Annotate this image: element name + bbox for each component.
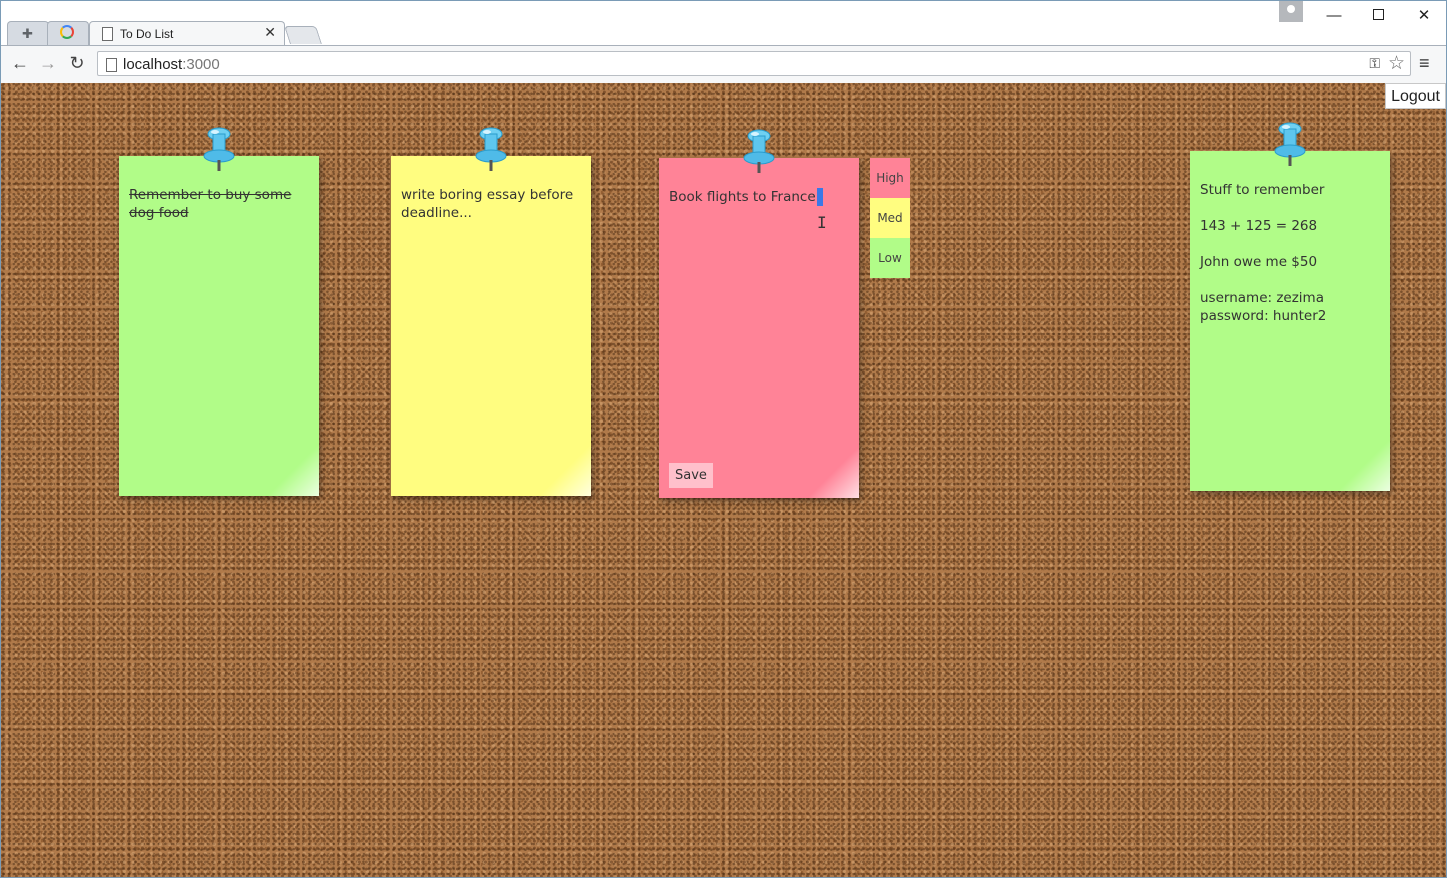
note-text-line: Remember to buy some [129, 187, 292, 203]
pushpin-icon [475, 127, 507, 171]
sticky-note[interactable]: Remember to buy some dog food [119, 127, 319, 496]
pushpin-icon [743, 129, 775, 173]
note-spacer [1200, 199, 1380, 217]
url-host: localhost [123, 56, 183, 73]
pushpin-icon [1274, 122, 1306, 166]
sticky-note[interactable]: Stuff to remember 143 + 125 = 268 John o… [1190, 122, 1390, 491]
maximize-button[interactable] [1355, 5, 1401, 27]
minimize-button[interactable]: — [1311, 5, 1357, 27]
ibeam-cursor-icon: I [817, 213, 827, 232]
note-text-line: deadline... [401, 205, 472, 221]
browser-window: ✚ To Do List ✕ — ✕ ← → ↻ localhost:3000 … [0, 0, 1447, 878]
close-tab-icon[interactable]: ✕ [264, 24, 276, 41]
reload-icon[interactable]: ↻ [66, 52, 88, 74]
puzzle-icon: ✚ [22, 26, 33, 41]
tab-to-do-list[interactable]: To Do List ✕ [89, 21, 285, 45]
note-text-line: dog food [129, 205, 189, 221]
new-tab-button[interactable] [284, 26, 322, 44]
note-text-line: username: zezima [1200, 290, 1324, 306]
maximize-icon [1372, 9, 1384, 20]
google-icon [60, 25, 74, 39]
note-text-line: Book flights to France [669, 189, 816, 205]
address-bar[interactable]: localhost:3000 ⚿ ☆ [97, 51, 1411, 76]
save-button[interactable]: Save [669, 463, 713, 488]
tab-title: To Do List [120, 27, 174, 41]
pinned-tab-extensions[interactable]: ✚ [7, 21, 49, 45]
back-arrow-icon[interactable]: ← [9, 52, 31, 74]
note-text-line: password: hunter2 [1200, 308, 1327, 324]
forward-arrow-icon[interactable]: → [37, 52, 59, 74]
text-caret [816, 188, 823, 206]
close-window-button[interactable]: ✕ [1401, 5, 1446, 27]
profile-icon[interactable] [1279, 1, 1303, 22]
priority-med-option[interactable]: Med [870, 198, 910, 238]
browser-toolbar: ← → ↻ localhost:3000 ⚿ ☆ ≡ [1, 45, 1446, 83]
key-icon[interactable]: ⚿ [1369, 55, 1380, 72]
url-port: :3000 [182, 56, 220, 73]
logout-button[interactable]: Logout [1385, 83, 1446, 109]
note-spacer [1200, 235, 1380, 253]
page-icon [106, 58, 117, 72]
bookmark-star-icon[interactable]: ☆ [1388, 52, 1405, 75]
priority-low-option[interactable]: Low [870, 238, 910, 278]
note-edit-text[interactable]: Book flights to France [669, 188, 849, 206]
note-text-line: Stuff to remember [1200, 182, 1325, 198]
note-text-line: John owe me $50 [1200, 254, 1318, 270]
note-text-line: write boring essay before [401, 187, 574, 203]
hamburger-menu-icon[interactable]: ≡ [1419, 53, 1430, 74]
tab-strip: ✚ To Do List ✕ — ✕ [1, 1, 1446, 45]
priority-high-option[interactable]: High [870, 158, 910, 198]
priority-picker: High Med Low [870, 158, 910, 278]
pinned-tab-google[interactable] [47, 21, 89, 45]
page-icon [102, 27, 113, 41]
pushpin-icon [203, 127, 235, 171]
sticky-note[interactable]: write boring essay before deadline... [391, 127, 591, 496]
cork-board: Logout Remember to buy some dog food wri… [1, 83, 1446, 877]
note-spacer [1200, 271, 1380, 289]
sticky-note-editing[interactable]: Book flights to France I Save [659, 129, 859, 498]
note-text-line: 143 + 125 = 268 [1200, 218, 1318, 234]
url-text: localhost:3000 [123, 56, 220, 73]
